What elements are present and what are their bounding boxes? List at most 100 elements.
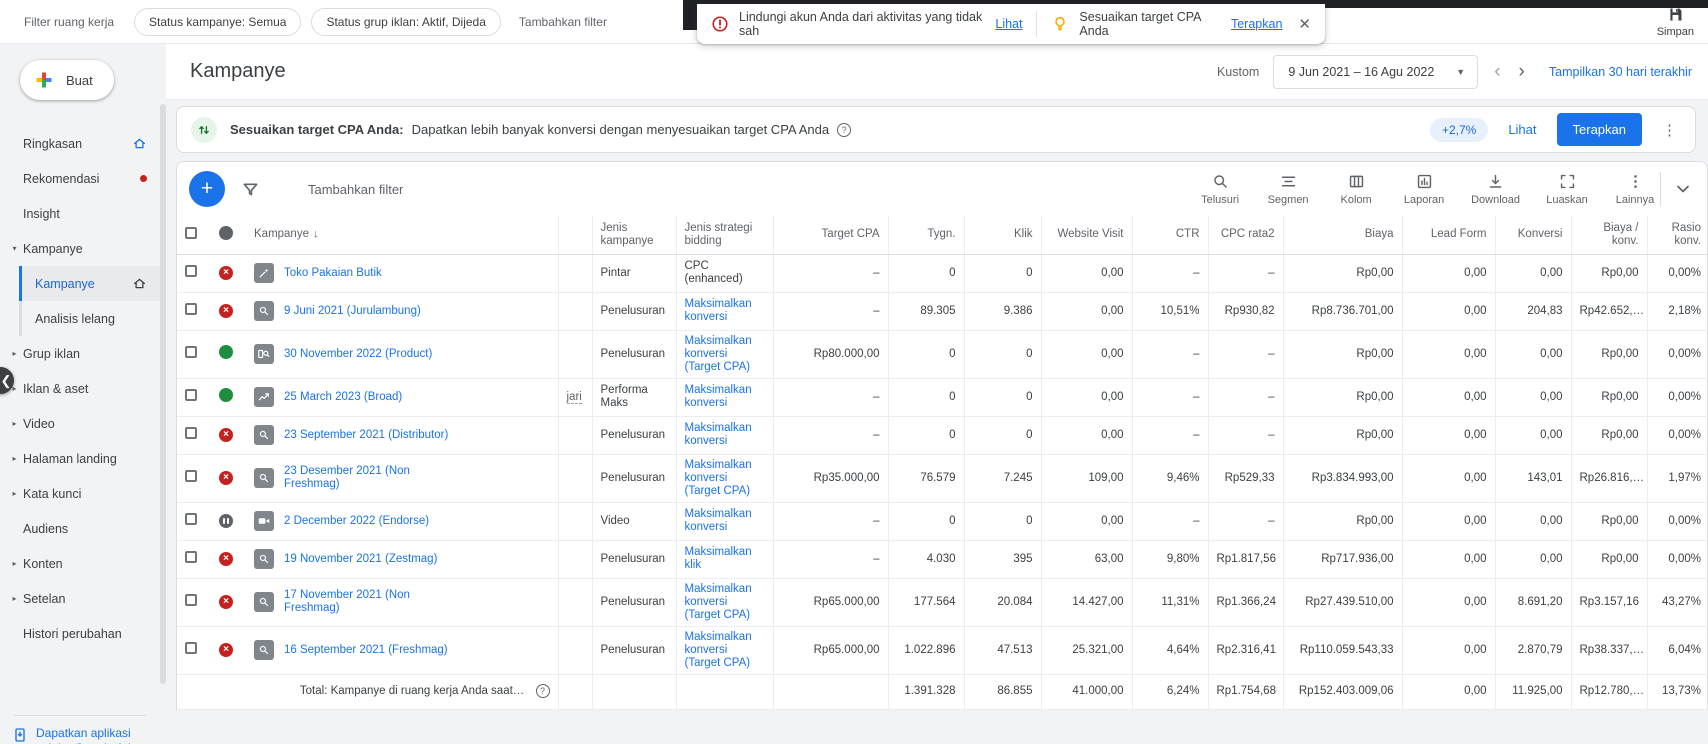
campaign-name-link[interactable]: 25 March 2023 (Broad) (284, 391, 402, 404)
apply-button[interactable]: Terapkan (1556, 113, 1642, 146)
row-checkbox[interactable] (185, 265, 197, 277)
col-header-website_visit[interactable]: Website Visit (1040, 216, 1132, 255)
date-range-picker[interactable]: 9 Jun 2021 – 16 Agu 2022 ▼ (1273, 54, 1479, 89)
bidding-strategy-link[interactable]: Maksimalkan konversi (685, 422, 752, 447)
chevron-right-icon: ▸ (12, 419, 17, 428)
col-header-bidding[interactable]: Jenis strategi bidding (675, 216, 773, 255)
row-checkbox[interactable] (185, 551, 197, 563)
mobile-app-link[interactable]: Dapatkan aplikasi seluler Google Ads (0, 726, 160, 744)
status-paused-icon[interactable] (219, 514, 233, 528)
sidebar-item-audiens[interactable]: Audiens (0, 511, 160, 546)
bidding-strategy-link[interactable]: Maksimalkan konversi (Target CPA) (685, 459, 752, 497)
previous-period-button[interactable]: ‹ (1492, 62, 1502, 81)
show-last-30-days-link[interactable]: Tampilkan 30 hari terakhir (1549, 65, 1692, 79)
col-header-biaya[interactable]: Biaya (1282, 216, 1402, 255)
sidebar-item-setelan[interactable]: ▸ Setelan (0, 581, 160, 616)
bidding-strategy-link[interactable]: Maksimalkan klik (685, 546, 752, 571)
row-checkbox[interactable] (185, 470, 197, 482)
collapse-table-icon[interactable] (1673, 179, 1693, 199)
col-header-tygn[interactable]: Tygn. (887, 216, 964, 255)
status-removed-icon[interactable]: × (219, 304, 233, 318)
col-header-rasio_konv[interactable]: Rasio konv. (1646, 216, 1708, 255)
sidebar-item-halaman-landing[interactable]: ▸ Halaman landing (0, 441, 160, 476)
scrollbar-thumb[interactable] (160, 104, 166, 684)
status-removed-icon[interactable]: × (219, 552, 233, 566)
campaign-name-link[interactable]: 9 Juni 2021 (Jurulambung) (284, 305, 421, 318)
bidding-strategy-link[interactable]: Maksimalkan konversi (685, 508, 752, 533)
row-checkbox[interactable] (185, 346, 197, 358)
sidebar-item-analisis-lelang[interactable]: Analisis lelang (19, 301, 160, 336)
col-header-lead_form[interactable]: Lead Form (1401, 216, 1495, 255)
close-icon[interactable]: ✕ (1294, 13, 1315, 35)
toast-warning-link[interactable]: Lihat (995, 17, 1022, 31)
status-enabled-icon[interactable] (219, 388, 233, 402)
toolbar-action-download[interactable]: Download (1471, 173, 1520, 206)
metric-lead_form: 0,00 (1464, 552, 1487, 565)
sidebar-item-ringkasan[interactable]: Ringkasan (0, 126, 160, 161)
col-header-biaya_konv[interactable]: Biaya / konv. (1570, 216, 1647, 255)
col-header-klik[interactable]: Klik (963, 216, 1041, 255)
toolbar-action-telusuri[interactable]: Telusuri (1199, 173, 1241, 206)
table-add-filter-button[interactable]: Tambahkan filter (308, 182, 403, 197)
campaign-name-link[interactable]: 2 December 2022 (Endorse) (284, 515, 429, 528)
sidebar-item-kampanye[interactable]: Kampanye (19, 266, 160, 301)
bidding-strategy-link[interactable]: Maksimalkan konversi (685, 298, 752, 323)
more-options-icon[interactable]: ⋮ (1658, 121, 1681, 139)
col-header-konversi[interactable]: Konversi (1494, 216, 1571, 255)
col-header-target_cpa[interactable]: Target CPA (772, 216, 888, 255)
campaign-name-link[interactable]: 23 September 2021 (Distributor) (284, 429, 448, 442)
status-enabled-icon[interactable] (219, 345, 233, 359)
bidding-strategy-link[interactable]: Maksimalkan konversi (Target CPA) (685, 335, 752, 373)
status-removed-icon[interactable]: × (219, 643, 233, 657)
bidding-strategy-link[interactable]: Maksimalkan konversi (685, 384, 752, 409)
sidebar-item-kampanye[interactable]: ▾ Kampanye (0, 231, 160, 266)
campaign-name-link[interactable]: 19 November 2021 (Zestmag) (284, 553, 437, 566)
filter-funnel-icon[interactable] (241, 180, 260, 199)
row-checkbox[interactable] (185, 389, 197, 401)
campaign-name-link[interactable]: 23 Desember 2021 (Non Freshmag) (284, 465, 454, 491)
adgroup-status-filter-pill[interactable]: Status grup iklan: Aktif, Dijeda (311, 7, 501, 36)
save-button[interactable]: Simpan (1657, 6, 1694, 38)
status-removed-icon[interactable]: × (219, 595, 233, 609)
sidebar-item-iklan-aset[interactable]: ▸ Iklan & aset (0, 371, 160, 406)
sidebar-item-rekomendasi[interactable]: Rekomendasi (0, 161, 160, 196)
toolbar-action-laporan[interactable]: Laporan (1403, 173, 1445, 206)
toolbar-action-segmen[interactable]: Segmen (1267, 173, 1309, 206)
row-checkbox[interactable] (185, 303, 197, 315)
col-header-ctr[interactable]: CTR (1131, 216, 1208, 255)
add-filter-button[interactable]: Tambahkan filter (519, 15, 607, 29)
create-button[interactable]: Buat (20, 60, 114, 100)
toolbar-action-kolom[interactable]: Kolom (1335, 173, 1377, 206)
campaign-name-link[interactable]: 17 November 2021 (Non Freshmag) (284, 589, 454, 615)
row-checkbox[interactable] (185, 513, 197, 525)
bidding-strategy-link[interactable]: Maksimalkan konversi (Target CPA) (685, 631, 752, 669)
col-header-name[interactable]: Kampanye ↓ (246, 216, 558, 255)
row-checkbox[interactable] (185, 427, 197, 439)
view-link[interactable]: Lihat (1508, 122, 1536, 137)
status-removed-icon[interactable]: × (219, 471, 233, 485)
sidebar-item-grup-iklan[interactable]: ▸ Grup iklan (0, 336, 160, 371)
row-checkbox[interactable] (185, 594, 197, 606)
truncated-budget-text: jari (566, 390, 582, 404)
select-all-checkbox[interactable] (185, 226, 197, 239)
row-checkbox[interactable] (185, 642, 197, 654)
sidebar-item-histori-perubahan[interactable]: Histori perubahan (0, 616, 160, 651)
col-header-type[interactable]: Jenis kampanye (591, 216, 676, 255)
toolbar-action-luaskan[interactable]: Luaskan (1546, 173, 1588, 206)
sidebar-item-insight[interactable]: Insight (0, 196, 160, 231)
sidebar-item-video[interactable]: ▸ Video (0, 406, 160, 441)
campaign-name-link[interactable]: Toko Pakaian Butik (284, 267, 382, 280)
toolbar-action-lainnya[interactable]: Lainnya (1614, 173, 1656, 206)
add-campaign-button[interactable]: + (189, 171, 225, 207)
sidebar-item-konten[interactable]: ▸ Konten (0, 546, 160, 581)
bidding-strategy-link[interactable]: Maksimalkan konversi (Target CPA) (685, 583, 752, 621)
campaign-name-link[interactable]: 16 September 2021 (Freshmag) (284, 644, 448, 657)
campaign-name-link[interactable]: 30 November 2022 (Product) (284, 348, 432, 361)
next-period-button[interactable]: › (1517, 62, 1527, 81)
campaign-status-filter-pill[interactable]: Status kampanye: Semua (134, 7, 302, 36)
toast-tip-link[interactable]: Terapkan (1231, 17, 1282, 31)
status-removed-icon[interactable]: × (219, 266, 233, 280)
col-header-cpc[interactable]: CPC rata2 (1207, 216, 1283, 255)
sidebar-item-kata-kunci[interactable]: ▸ Kata kunci (0, 476, 160, 511)
status-removed-icon[interactable]: × (219, 428, 233, 442)
